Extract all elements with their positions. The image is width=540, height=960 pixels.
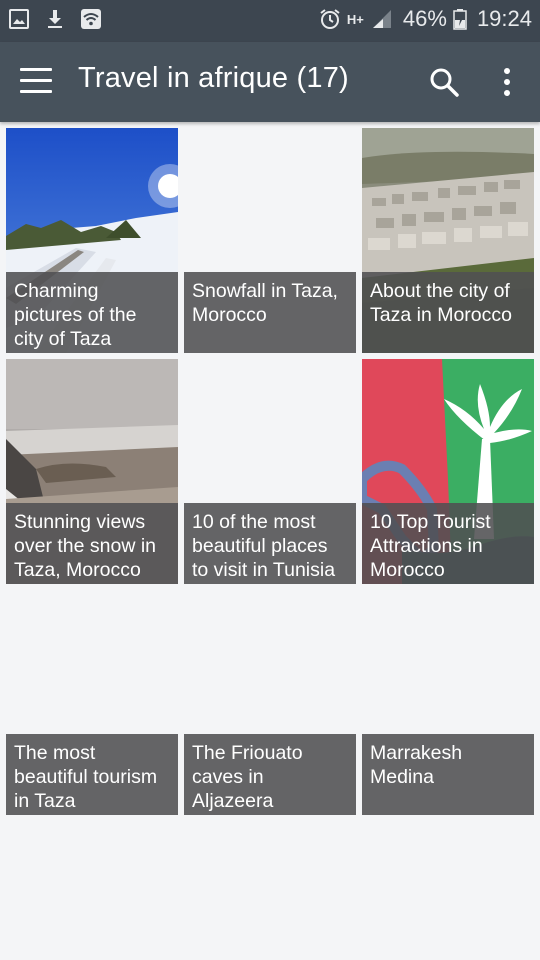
- app-bar: Travel in afrique (17): [0, 42, 540, 122]
- article-title: 10 Top Tourist Attractions in Morocco: [362, 503, 534, 584]
- signal-icon: [372, 10, 391, 28]
- article-card[interactable]: Snowfall in Taza, Morocco: [184, 128, 356, 353]
- article-card[interactable]: Marrakesh Medina: [362, 590, 534, 815]
- article-title: Charming pictures of the city of Taza: [6, 272, 178, 353]
- article-title: The Friouato caves in Aljazeera: [184, 734, 356, 815]
- more-vert-icon[interactable]: [496, 66, 518, 98]
- article-card[interactable]: The Friouato caves in Aljazeera: [184, 590, 356, 815]
- status-bar: H+ 46% 19:24: [0, 0, 540, 42]
- article-title: Snowfall in Taza, Morocco: [184, 272, 356, 353]
- battery-icon: [453, 9, 467, 30]
- clock: 19:24: [476, 6, 532, 31]
- article-card[interactable]: About the city of Taza in Morocco: [362, 128, 534, 353]
- article-title: The most beautiful tourism in Taza: [6, 734, 178, 815]
- article-card[interactable]: The most beautiful tourism in Taza: [6, 590, 178, 815]
- network-type-indicator: H+: [346, 11, 364, 27]
- image-icon: [9, 9, 29, 29]
- article-card[interactable]: Stunning views over the snow in Taza, Mo…: [6, 359, 178, 584]
- alarm-icon: [320, 9, 340, 29]
- article-card[interactable]: 10 Top Tourist Attractions in Morocco: [362, 359, 534, 584]
- article-title: Stunning views over the snow in Taza, Mo…: [6, 503, 178, 584]
- wifi-icon: [81, 9, 101, 29]
- article-title: Marrakesh Medina: [362, 734, 534, 815]
- download-icon: [48, 10, 62, 28]
- search-icon[interactable]: [426, 64, 462, 100]
- article-title: 10 of the most beautiful places to visit…: [184, 503, 356, 584]
- article-card[interactable]: Charming pictures of the city of Taza: [6, 128, 178, 353]
- article-title: About the city of Taza in Morocco: [362, 272, 534, 353]
- page-title: Travel in afrique (17): [78, 62, 349, 94]
- battery-percent: 46%: [402, 6, 447, 31]
- hamburger-icon[interactable]: [20, 68, 52, 96]
- article-card[interactable]: 10 of the most beautiful places to visit…: [184, 359, 356, 584]
